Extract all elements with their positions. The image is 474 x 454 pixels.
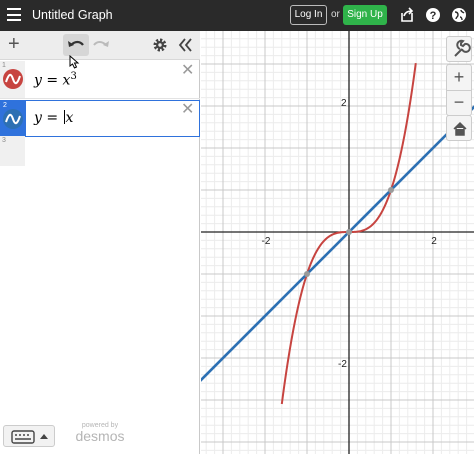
wave-icon bbox=[5, 73, 21, 85]
delete-expression-button[interactable]: ✕ bbox=[181, 63, 194, 79]
expression-exponent: 3 bbox=[70, 71, 77, 82]
zoom-out-button[interactable]: − bbox=[447, 91, 471, 116]
globe-icon[interactable] bbox=[451, 7, 467, 23]
y-tick-label: -2 bbox=[338, 359, 347, 370]
top-bar: Untitled Graph Log In or Sign Up ? bbox=[0, 0, 474, 31]
expression-text: y = bbox=[34, 110, 63, 126]
graph-svg[interactable]: -2 2 2 -2 bbox=[201, 31, 474, 454]
intersection-point[interactable] bbox=[346, 229, 352, 235]
zoom-controls: + − bbox=[446, 64, 472, 116]
undo-button[interactable] bbox=[63, 34, 89, 56]
new-expression-row[interactable]: 3 bbox=[0, 136, 25, 166]
powered-by-logo[interactable]: powered by desmos bbox=[74, 422, 126, 443]
share-icon[interactable] bbox=[399, 7, 415, 23]
brand-text: desmos bbox=[75, 428, 125, 444]
text-cursor bbox=[63, 110, 65, 124]
expression-toolbar: + bbox=[0, 31, 200, 60]
expression-index: 3 bbox=[2, 137, 6, 144]
expression-latex[interactable]: y = x3 bbox=[34, 71, 77, 89]
wave-icon bbox=[5, 113, 21, 125]
graph-toggle-icon[interactable] bbox=[3, 69, 23, 89]
zoom-in-button[interactable]: + bbox=[447, 65, 471, 91]
expression-index: 1 bbox=[2, 62, 6, 69]
add-expression-button[interactable]: + bbox=[8, 34, 20, 54]
x-tick-label: 2 bbox=[431, 236, 437, 247]
help-icon[interactable]: ? bbox=[425, 7, 441, 23]
collapse-icon[interactable] bbox=[177, 37, 193, 53]
intersection-point[interactable] bbox=[304, 271, 310, 277]
home-button[interactable] bbox=[446, 115, 472, 141]
expression-text: y = x bbox=[34, 72, 71, 89]
svg-text:?: ? bbox=[430, 10, 437, 22]
home-icon bbox=[453, 121, 467, 136]
expression-latex[interactable]: y = x bbox=[34, 110, 73, 126]
keyboard-toggle-button[interactable] bbox=[3, 425, 55, 447]
intersection-point[interactable] bbox=[388, 187, 394, 193]
expression-panel: + 1 y = x3 ✕ 2 y = x ✕ 3 powered by desm… bbox=[0, 31, 200, 454]
expression-index: 2 bbox=[3, 102, 7, 109]
graph-toggle-icon[interactable] bbox=[3, 109, 23, 129]
expression-text-rest: x bbox=[65, 110, 74, 126]
keyboard-icon bbox=[11, 430, 48, 444]
expression-tab[interactable]: 1 bbox=[0, 61, 25, 98]
menu-icon[interactable] bbox=[7, 8, 21, 21]
login-button[interactable]: Log In bbox=[290, 5, 327, 25]
expression-row-1[interactable]: 1 y = x3 ✕ bbox=[0, 61, 200, 99]
y-tick-label: 2 bbox=[341, 98, 347, 109]
graph-settings-button[interactable] bbox=[446, 36, 472, 62]
x-tick-label: -2 bbox=[262, 236, 271, 247]
delete-expression-button[interactable]: ✕ bbox=[181, 102, 194, 118]
graph-title[interactable]: Untitled Graph bbox=[32, 8, 113, 22]
redo-icon[interactable] bbox=[92, 36, 110, 52]
or-text: or bbox=[331, 9, 340, 20]
signup-button[interactable]: Sign Up bbox=[343, 5, 387, 25]
undo-icon bbox=[68, 40, 84, 47]
expression-tab[interactable]: 2 bbox=[1, 101, 26, 136]
wrench-icon bbox=[454, 39, 471, 57]
graph-canvas[interactable]: -2 2 2 -2 + − bbox=[201, 31, 474, 454]
expression-row-2[interactable]: 2 y = x ✕ bbox=[0, 100, 200, 137]
settings-gear-icon[interactable] bbox=[152, 37, 168, 53]
mouse-cursor-icon bbox=[69, 55, 80, 69]
